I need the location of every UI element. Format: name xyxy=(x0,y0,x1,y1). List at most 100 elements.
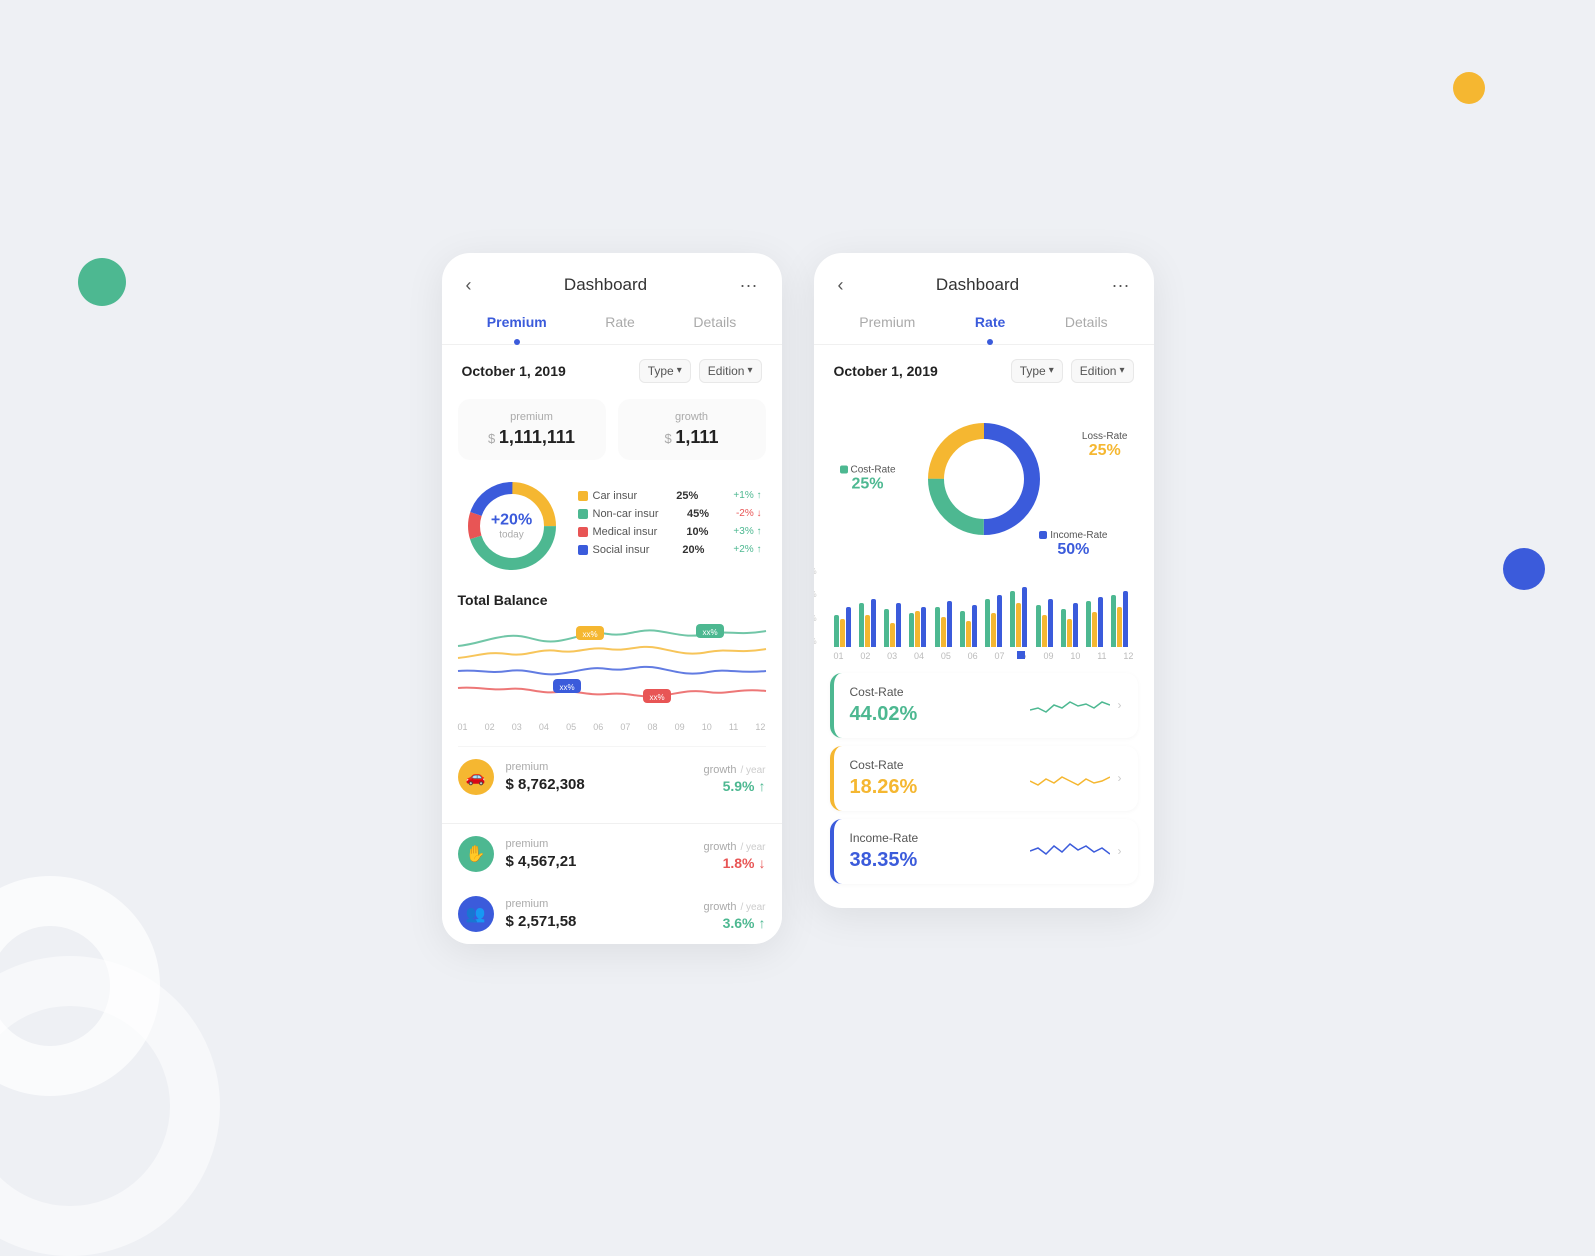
legend-pct-medical: 10% xyxy=(678,526,708,538)
legend-dot-noncar xyxy=(578,509,588,519)
left-title: Dashboard xyxy=(564,275,647,295)
rate-item-name-1: Cost-Rate xyxy=(850,685,1030,699)
phone-right: ‹ Dashboard ··· Premium Rate Details Oct… xyxy=(814,253,1154,908)
rate-item-name-2: Cost-Rate xyxy=(850,758,1030,772)
right-tabs: Premium Rate Details xyxy=(814,308,1154,345)
premium-currency: $ xyxy=(488,431,499,446)
donut-sub: today xyxy=(491,529,532,540)
back-icon-left[interactable]: ‹ xyxy=(466,275,472,296)
donut-section-left: +20% today Car insur 25% +1% ↑ xyxy=(458,476,766,576)
right-content: Cost-Rate 25% xyxy=(814,391,1154,908)
deco-circle-yellow xyxy=(1453,72,1485,104)
sparkline-2 xyxy=(1030,763,1110,793)
right-date: October 1, 2019 xyxy=(834,363,938,379)
right-header: ‹ Dashboard ··· xyxy=(814,253,1154,308)
rate-label-income: Income-Rate 50% xyxy=(1039,530,1107,559)
deco-circle-green xyxy=(78,258,126,306)
rate-donut-chart xyxy=(919,414,1049,544)
legend-pct-noncar: 45% xyxy=(679,508,709,520)
legend-label-medical: Medical insur xyxy=(593,526,658,538)
phone-left: ‹ Dashboard ··· Premium Rate Details Oct… xyxy=(442,253,782,944)
legend-social: Social insur 20% +2% ↑ xyxy=(578,544,762,556)
x-axis-right: 01020304050607●09101112 xyxy=(830,651,1138,661)
bar-group-10 xyxy=(1061,603,1083,647)
income-rate-pct: 50% xyxy=(1039,541,1107,559)
chevron-right-1: › xyxy=(1118,698,1122,712)
growth-value: $ 1,111 xyxy=(632,427,752,448)
legend-dot-social xyxy=(578,545,588,555)
stat-premium: premium $ 1,111,111 xyxy=(458,399,606,460)
bar-chart-container: xx% xx% xx% xx% xyxy=(830,567,1138,647)
type-dropdown-right[interactable]: Type xyxy=(1011,359,1063,383)
bar-group-11 xyxy=(1086,597,1108,647)
rate-item-cost-green: Cost-Rate 44.02% › xyxy=(830,673,1138,738)
svg-text:xx%: xx% xyxy=(559,683,574,692)
insur-growth-hand: 1.8% ↓ xyxy=(703,855,765,871)
legend-change-medical: +3% ↑ xyxy=(730,526,762,537)
chevron-right-2: › xyxy=(1118,771,1122,785)
chevron-right-3: › xyxy=(1118,844,1122,858)
bar-group-8-selected xyxy=(1010,587,1032,647)
deco-circle-blue xyxy=(1503,548,1545,590)
more-icon-right[interactable]: ··· xyxy=(1112,275,1130,296)
rate-item-val-3: 38.35% xyxy=(850,849,1030,872)
bar-selected-dot xyxy=(1017,651,1025,659)
insur-item-hand: ✋ premium $ 4,567,21 growth/ year 1.8% ↓ xyxy=(442,823,782,884)
rate-donut-section: Cost-Rate 25% xyxy=(830,399,1138,559)
rate-item-name-3: Income-Rate xyxy=(850,831,1030,845)
left-content: premium $ 1,111,111 growth $ 1,111 xyxy=(442,391,782,823)
bar-seg-green xyxy=(834,615,839,647)
bar-seg-yellow xyxy=(840,619,845,647)
line-chart-left: xx% xx% xx% xx% xyxy=(458,616,766,716)
tab-rate-left[interactable]: Rate xyxy=(593,308,647,336)
y-labels: xx% xx% xx% xx% xyxy=(814,567,817,647)
right-filter-dropdowns: Type Edition xyxy=(1011,359,1134,383)
legend-list-left: Car insur 25% +1% ↑ Non-car insur 45% -2… xyxy=(578,490,762,562)
legend-label-social: Social insur xyxy=(593,544,650,556)
left-filter-dropdowns: Type Edition xyxy=(639,359,762,383)
cost-rate-pct: 25% xyxy=(840,475,896,493)
left-header: ‹ Dashboard ··· xyxy=(442,253,782,308)
premium-value: $ 1,111,111 xyxy=(472,427,592,448)
left-date: October 1, 2019 xyxy=(462,363,566,379)
bar-group-3 xyxy=(884,603,906,647)
rate-item-val-2: 18.26% xyxy=(850,776,1030,799)
legend-car: Car insur 25% +1% ↑ xyxy=(578,490,762,502)
tab-details-right[interactable]: Details xyxy=(1053,308,1120,336)
type-dropdown-left[interactable]: Type xyxy=(639,359,691,383)
donut-pct: +20% xyxy=(491,511,532,529)
growth-currency: $ xyxy=(665,431,676,446)
insur-item-car: 🚗 premium $ 8,762,308 growth/ year 5.9% … xyxy=(458,746,766,807)
bar-group-1 xyxy=(834,607,856,647)
rate-item-cost-yellow: Cost-Rate 18.26% › xyxy=(830,746,1138,811)
right-title: Dashboard xyxy=(936,275,1019,295)
legend-label-car: Car insur xyxy=(593,490,638,502)
donut-center: +20% today xyxy=(491,511,532,540)
bar-group-7 xyxy=(985,595,1007,647)
left-tabs: Premium Rate Details xyxy=(442,308,782,345)
phones-container: ‹ Dashboard ··· Premium Rate Details Oct… xyxy=(442,253,1154,944)
premium-label: premium xyxy=(472,411,592,423)
back-icon-right[interactable]: ‹ xyxy=(838,275,844,296)
left-filter-bar: October 1, 2019 Type Edition xyxy=(442,345,782,391)
tab-premium-right[interactable]: Premium xyxy=(847,308,927,336)
deco-arc-2 xyxy=(0,956,220,1256)
right-filter-bar: October 1, 2019 Type Edition xyxy=(814,345,1154,391)
legend-medical: Medical insur 10% +3% ↑ xyxy=(578,526,762,538)
insur-growth-group: 3.6% ↑ xyxy=(703,915,765,931)
insur-right-car: growth/ year 5.9% ↑ xyxy=(703,760,765,794)
stats-row-left: premium $ 1,111,111 growth $ 1,111 xyxy=(458,399,766,460)
edition-dropdown-left[interactable]: Edition xyxy=(699,359,762,383)
more-icon-left[interactable]: ··· xyxy=(740,275,758,296)
tab-premium-left[interactable]: Premium xyxy=(475,308,559,336)
edition-dropdown-right[interactable]: Edition xyxy=(1071,359,1134,383)
tab-rate-right[interactable]: Rate xyxy=(963,308,1017,336)
legend-change-social: +2% ↑ xyxy=(729,544,761,555)
tab-details-left[interactable]: Details xyxy=(681,308,748,336)
legend-dot-medical xyxy=(578,527,588,537)
insur-label-car: premium xyxy=(506,761,585,773)
growth-label: growth xyxy=(632,411,752,423)
insur-growth-car: 5.9% ↑ xyxy=(703,778,765,794)
svg-text:xx%: xx% xyxy=(649,693,664,702)
legend-pct-car: 25% xyxy=(668,490,698,502)
